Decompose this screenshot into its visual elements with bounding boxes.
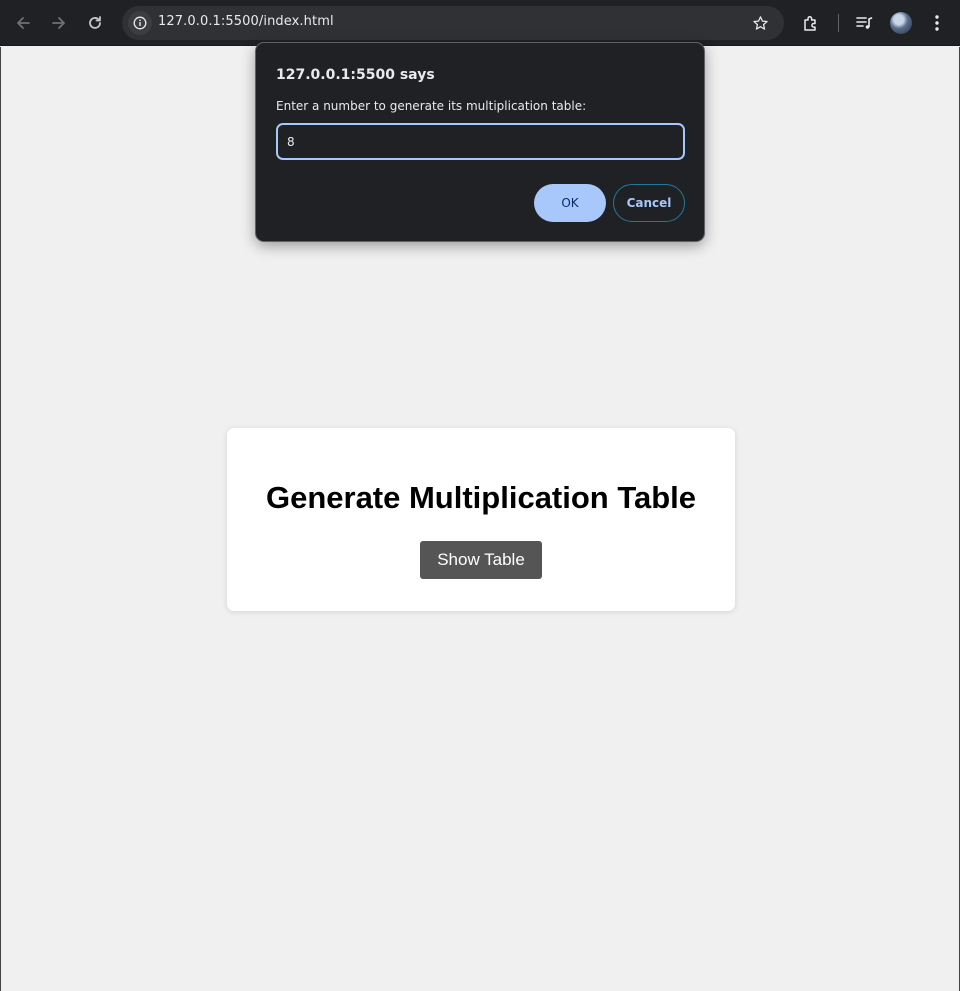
dialog-title: 127.0.0.1:5500 says [276, 67, 435, 83]
more-menu-icon[interactable] [925, 11, 949, 35]
ok-button[interactable]: OK [534, 184, 606, 222]
profile-avatar[interactable] [890, 12, 912, 34]
site-info-icon[interactable] [128, 11, 152, 35]
cancel-button[interactable]: Cancel [613, 184, 685, 222]
content-card: Generate Multiplication Table Show Table [227, 428, 735, 611]
prompt-dialog: 127.0.0.1:5500 says Enter a number to ge… [255, 42, 705, 242]
back-icon[interactable] [9, 9, 37, 37]
forward-icon[interactable] [45, 9, 73, 37]
show-table-button[interactable]: Show Table [420, 541, 542, 579]
extensions-icon[interactable] [799, 11, 823, 35]
media-controls-icon[interactable] [852, 11, 876, 35]
page-heading: Generate Multiplication Table [265, 480, 697, 515]
dialog-message: Enter a number to generate its multiplic… [276, 99, 587, 113]
address-bar[interactable]: 127.0.0.1:5500/index.html [122, 6, 784, 40]
url-text: 127.0.0.1:5500/index.html [158, 14, 334, 29]
bookmark-star-icon[interactable] [750, 13, 770, 33]
reload-icon[interactable] [81, 9, 109, 37]
browser-toolbar: 127.0.0.1:5500/index.html [0, 0, 960, 46]
prompt-input[interactable] [276, 123, 685, 160]
toolbar-divider [838, 14, 839, 32]
